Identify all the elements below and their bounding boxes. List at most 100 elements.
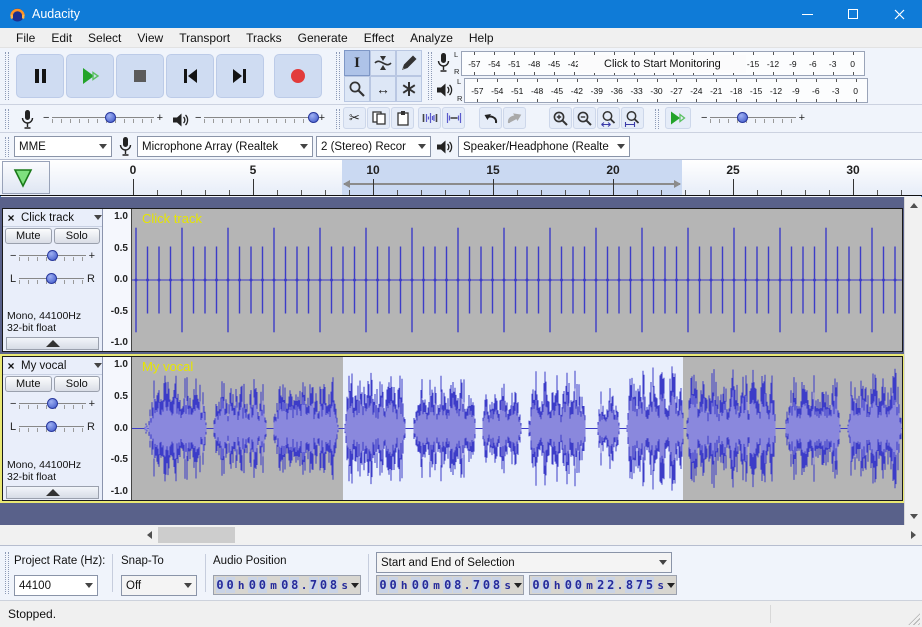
timefield-char[interactable]: . xyxy=(463,579,472,592)
timeline-scale[interactable]: 0 5 10 15 20 25 30 xyxy=(52,160,904,195)
horizontal-scroll-thumb[interactable] xyxy=(158,527,235,543)
timefield-char[interactable]: s xyxy=(656,579,665,592)
waveform-canvas[interactable]: Click track xyxy=(132,209,902,351)
project-rate-dropdown[interactable]: 44100 xyxy=(14,575,98,596)
skip-to-end-button[interactable] xyxy=(216,54,264,98)
transport-toolbar-grip[interactable] xyxy=(5,52,9,100)
timefield-char[interactable]: 5 xyxy=(645,577,655,593)
pan-slider[interactable]: L R xyxy=(7,272,98,286)
timefield-char[interactable]: 0 xyxy=(531,577,541,593)
timefield-char[interactable]: s xyxy=(503,579,512,592)
timefield-char[interactable]: m xyxy=(269,579,278,592)
timefield-char[interactable]: s xyxy=(340,579,349,592)
timefield-char[interactable]: 0 xyxy=(563,577,573,593)
tools-toolbar-grip[interactable] xyxy=(336,52,340,100)
envelope-tool-button[interactable] xyxy=(370,50,396,76)
timefield-char[interactable]: 0 xyxy=(318,577,328,593)
timefield-menu-arrow-icon[interactable] xyxy=(350,582,359,588)
timefield-char[interactable]: . xyxy=(616,579,625,592)
recording-channels-dropdown[interactable]: 2 (Stereo) Recor xyxy=(316,136,431,157)
collapse-track-button[interactable] xyxy=(6,337,99,350)
record-button[interactable] xyxy=(274,54,322,98)
vertical-scale-ruler[interactable]: 1.0 0.5 0.0 -0.5 -1.0 xyxy=(103,357,132,500)
monitoring-overlay-text[interactable]: Click to Start Monitoring xyxy=(578,54,747,73)
multi-tool-button[interactable] xyxy=(396,76,422,102)
horizontal-scrollbar[interactable] xyxy=(0,525,922,545)
paste-button[interactable] xyxy=(391,107,414,129)
selection-tool-button[interactable]: I xyxy=(344,50,370,76)
vertical-scrollbar[interactable] xyxy=(904,197,922,525)
playspeed-toolbar-grip[interactable] xyxy=(655,109,659,129)
selection-start-field[interactable]: 00h00m08.708s xyxy=(376,575,524,595)
collapse-track-button[interactable] xyxy=(6,486,99,499)
slider-thumb[interactable] xyxy=(736,112,748,123)
menu-item[interactable]: Tracks xyxy=(238,29,290,47)
timefield-char[interactable]: 8 xyxy=(492,577,502,593)
ruler-selection-region[interactable] xyxy=(341,160,682,195)
play-speed-slider[interactable]: − + xyxy=(698,111,808,125)
timefield-char[interactable]: 0 xyxy=(280,577,290,593)
timefield-char[interactable]: 2 xyxy=(606,577,616,593)
timefield-char[interactable]: 2 xyxy=(596,577,606,593)
mixer-toolbar-grip[interactable] xyxy=(5,109,9,129)
menu-item[interactable]: Select xyxy=(80,29,129,47)
menu-item[interactable]: Generate xyxy=(290,29,356,47)
gain-thumb[interactable] xyxy=(46,250,58,261)
scroll-up-button[interactable] xyxy=(905,197,922,214)
menu-item[interactable]: View xyxy=(129,29,171,47)
playback-meter[interactable]: L R -57 -54 -51 -48 -45 -42 -39 -36 -33 -30 -27 -24… xyxy=(436,77,869,103)
waveform-canvas[interactable]: My vocal xyxy=(132,357,902,500)
timefield-char[interactable]: 8 xyxy=(624,577,634,593)
gain-slider[interactable]: − + xyxy=(7,397,98,411)
pan-slider[interactable]: L R xyxy=(7,420,98,434)
menu-item[interactable]: Effect xyxy=(356,29,402,47)
zoom-in-button[interactable] xyxy=(549,107,572,129)
selection-mode-dropdown[interactable]: Start and End of Selection xyxy=(376,552,672,573)
track-title-menu[interactable]: Click track xyxy=(19,212,102,224)
scroll-left-button[interactable] xyxy=(141,525,158,545)
timefield-char[interactable]: 0 xyxy=(541,577,551,593)
undo-button[interactable] xyxy=(479,107,502,129)
timefield-char[interactable]: h xyxy=(237,579,246,592)
timefield-char[interactable]: 7 xyxy=(634,577,644,593)
timefield-char[interactable]: 0 xyxy=(481,577,491,593)
timefield-char[interactable]: 0 xyxy=(388,577,398,593)
play-button[interactable] xyxy=(66,54,114,98)
timefield-char[interactable]: 0 xyxy=(247,577,257,593)
mute-button[interactable]: Mute xyxy=(5,228,52,244)
slider-thumb[interactable] xyxy=(307,112,319,123)
pan-thumb[interactable] xyxy=(45,421,57,432)
fit-project-button[interactable] xyxy=(621,107,644,129)
menu-item[interactable]: Edit xyxy=(43,29,80,47)
pause-button[interactable] xyxy=(16,54,64,98)
track-area[interactable]: × Click track Mute Solo − + L R Mono, 44… xyxy=(0,197,904,525)
timefield-char[interactable]: 0 xyxy=(225,577,235,593)
timefield-char[interactable]: 0 xyxy=(420,577,430,593)
timefield-menu-arrow-icon[interactable] xyxy=(513,582,522,588)
time-shift-tool-button[interactable]: ↔ xyxy=(370,76,396,102)
stop-button[interactable] xyxy=(116,54,164,98)
track-title-menu[interactable]: My vocal xyxy=(19,360,102,372)
timefield-char[interactable]: m xyxy=(432,579,441,592)
timefield-char[interactable]: 0 xyxy=(573,577,583,593)
timefield-char[interactable]: 0 xyxy=(215,577,225,593)
skip-to-start-button[interactable] xyxy=(166,54,214,98)
meter-toolbar-grip[interactable] xyxy=(428,52,432,100)
play-at-speed-button[interactable] xyxy=(665,107,691,129)
track-close-button[interactable]: × xyxy=(3,210,19,226)
scroll-down-button[interactable] xyxy=(905,508,922,525)
gain-thumb[interactable] xyxy=(46,398,58,409)
cut-button[interactable]: ✂ xyxy=(343,107,366,129)
device-toolbar-grip[interactable] xyxy=(5,137,9,157)
silence-audio-button[interactable] xyxy=(442,107,465,129)
audio-position-field[interactable]: 00h00m08.708s xyxy=(213,575,361,595)
track-close-button[interactable]: × xyxy=(3,358,19,374)
vertical-scale-ruler[interactable]: 1.0 0.5 0.0 -0.5 -1.0 xyxy=(103,209,132,351)
edit-toolbar-grip[interactable] xyxy=(336,109,340,129)
playback-device-dropdown[interactable]: Speaker/Headphone (Realte xyxy=(458,136,630,157)
slider-thumb[interactable] xyxy=(105,112,117,123)
recording-meter-scale-box[interactable]: -57-54-51-48-45-42-39-36-33-30-27-24-21-… xyxy=(461,50,866,76)
redo-button[interactable] xyxy=(503,107,526,129)
draw-tool-button[interactable] xyxy=(396,50,422,76)
maximize-button[interactable] xyxy=(830,0,876,28)
